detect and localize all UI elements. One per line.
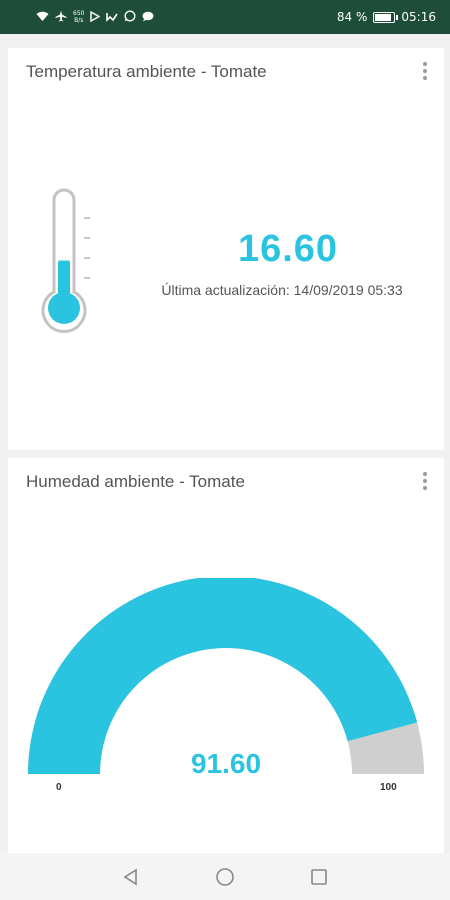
status-bar: 650 B/s 84 % 05:16 [0, 0, 450, 34]
temperature-last-update: Última actualización: 14/09/2019 05:33 [161, 282, 403, 298]
airplane-icon [55, 10, 67, 24]
humidity-card: Humedad ambiente - Tomate 91.60 0 100 [8, 458, 444, 853]
chat-icon [142, 11, 154, 24]
battery-icon [373, 11, 399, 23]
navigation-bar [0, 853, 450, 900]
status-icons: 650 B/s [36, 10, 154, 24]
home-icon[interactable] [213, 865, 237, 889]
more-options-icon[interactable] [422, 62, 428, 80]
clock: 05:16 [401, 10, 436, 24]
play-store-icon [90, 10, 101, 24]
humidity-card-title: Humedad ambiente - Tomate [26, 472, 245, 491]
recents-icon[interactable] [307, 865, 331, 889]
net-speed-unit: B/s [74, 17, 84, 24]
status-right: 84 % 05:16 [337, 10, 436, 24]
wifi-icon [36, 11, 49, 24]
notification-icon [106, 11, 119, 24]
gauge-max-label: 100 [380, 782, 397, 793]
temperature-value: 16.60 [237, 228, 339, 270]
temperature-card: Temperatura ambiente - Tomate 16.60 Últi… [8, 48, 444, 450]
back-icon[interactable] [119, 865, 143, 889]
battery-percent: 84 % [336, 10, 368, 24]
humidity-value: 91.60 [190, 748, 262, 779]
thermometer-icon [38, 186, 102, 341]
temperature-card-title: Temperatura ambiente - Tomate [26, 62, 267, 81]
whatsapp-icon [124, 10, 136, 24]
net-speed: 650 B/s [73, 10, 84, 24]
more-options-icon[interactable] [422, 472, 428, 490]
net-speed-value: 650 [73, 10, 85, 17]
gauge-min-label: 0 [56, 782, 62, 793]
